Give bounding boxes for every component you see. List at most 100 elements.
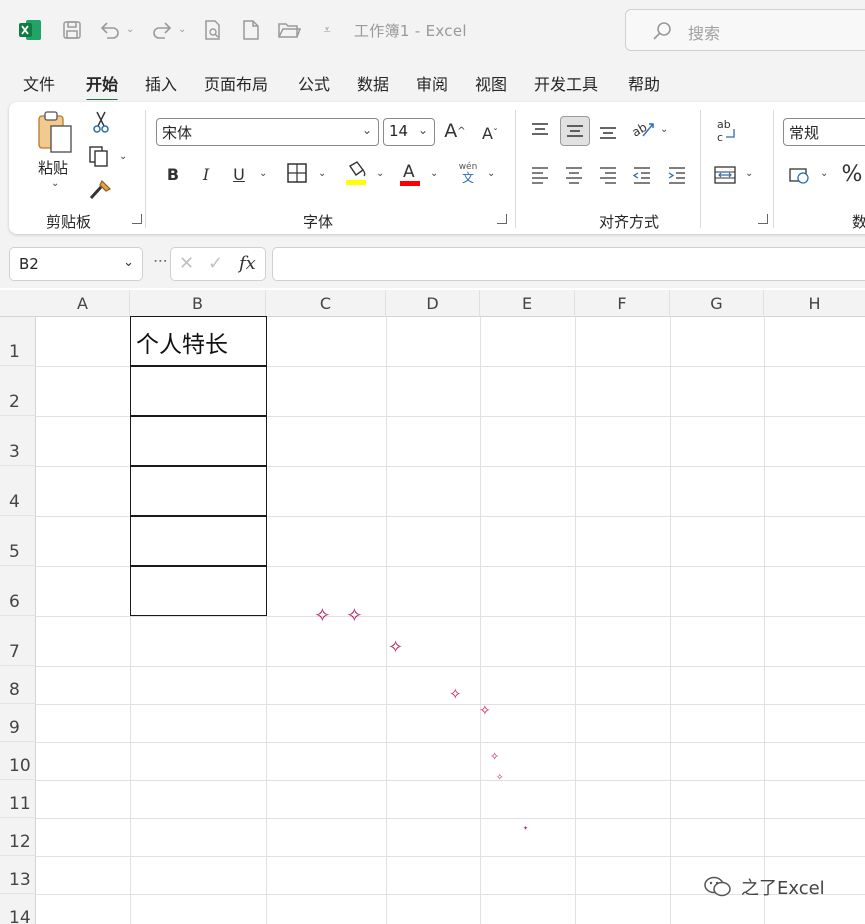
number-format-dropdown[interactable]: 常规: [783, 118, 865, 146]
column-header-a[interactable]: A: [36, 290, 130, 317]
wrap-text-icon[interactable]: ab c: [712, 116, 742, 146]
orientation-dropdown-icon[interactable]: ⌄: [660, 124, 668, 135]
paste-icon[interactable]: [35, 110, 75, 154]
row-header-2[interactable]: 2: [0, 366, 36, 416]
tab-home[interactable]: 开始: [86, 71, 119, 102]
formula-input[interactable]: [272, 247, 865, 281]
row-header-12[interactable]: 12: [0, 818, 36, 856]
accounting-dropdown-icon[interactable]: ⌄: [820, 168, 828, 179]
increase-indent-icon[interactable]: [665, 163, 689, 187]
decrease-font-size-icon[interactable]: Aˇ: [477, 120, 503, 146]
copy-dropdown-icon[interactable]: ⌄: [119, 151, 127, 162]
tab-insert[interactable]: 插入: [145, 71, 177, 95]
borders-icon[interactable]: [286, 162, 308, 184]
increase-font-size-icon[interactable]: A ^: [442, 118, 468, 144]
redo-dropdown-icon[interactable]: ⌄: [178, 24, 186, 35]
alignment-launcher-icon[interactable]: [758, 214, 768, 224]
row-header-7[interactable]: 7: [0, 616, 36, 666]
redo-icon[interactable]: [149, 17, 175, 43]
fill-color-dropdown-icon[interactable]: ⌄: [376, 168, 384, 179]
merge-dropdown-icon[interactable]: ⌄: [745, 168, 753, 179]
row-header-13[interactable]: 13: [0, 856, 36, 894]
row-header-14[interactable]: 14: [0, 894, 36, 924]
column-header-e[interactable]: E: [480, 290, 575, 317]
watermark-text: 之了Excel: [741, 878, 825, 899]
gridline: [36, 856, 865, 857]
open-folder-icon[interactable]: [276, 17, 302, 43]
name-box[interactable]: B2 ⌄: [9, 247, 143, 281]
cancel-icon[interactable]: ✕: [179, 253, 194, 274]
sparkle-icon: ✧: [346, 603, 363, 627]
clipboard-launcher-icon[interactable]: [132, 214, 142, 224]
tab-page-layout[interactable]: 页面布局: [204, 71, 268, 95]
cut-icon[interactable]: [89, 110, 113, 134]
copy-icon[interactable]: [87, 144, 111, 168]
undo-icon[interactable]: [97, 17, 123, 43]
borders-dropdown-icon[interactable]: ⌄: [318, 168, 326, 179]
search-input[interactable]: 搜索: [625, 9, 865, 51]
paste-button[interactable]: 粘贴: [38, 157, 68, 178]
italic-button[interactable]: I: [194, 162, 218, 186]
row-header-10[interactable]: 10: [0, 742, 36, 780]
tab-view[interactable]: 视图: [475, 71, 507, 95]
accounting-format-icon[interactable]: [787, 163, 813, 187]
phonetic-guide-icon[interactable]: wén 文: [455, 158, 481, 188]
row-header-6[interactable]: 6: [0, 566, 36, 616]
customize-qat-icon[interactable]: ⩡: [314, 17, 340, 43]
font-color-dropdown-icon[interactable]: ⌄: [430, 168, 438, 179]
underline-dropdown-icon[interactable]: ⌄: [259, 168, 267, 179]
column-header-g[interactable]: G: [670, 290, 764, 317]
column-header-c[interactable]: C: [266, 290, 386, 317]
align-bottom-icon[interactable]: [596, 120, 620, 144]
paste-dropdown-icon[interactable]: ⌄: [51, 178, 59, 189]
tab-review[interactable]: 审阅: [416, 71, 448, 95]
tab-formulas[interactable]: 公式: [298, 71, 330, 95]
row-header-8[interactable]: 8: [0, 666, 36, 704]
title-bar: ⌄ ⌄ ⩡ 工作簿1 - Excel 搜索: [0, 0, 865, 62]
font-size-value: 14: [389, 122, 409, 140]
row-header-1[interactable]: 1: [0, 317, 36, 366]
more-options-icon[interactable]: ⋮: [152, 254, 168, 267]
excel-logo-icon[interactable]: [18, 18, 42, 42]
column-header-h[interactable]: H: [764, 290, 865, 317]
format-painter-icon[interactable]: [87, 178, 113, 202]
row-header-3[interactable]: 3: [0, 416, 36, 466]
percent-style-button[interactable]: %: [839, 160, 865, 188]
row-header-5[interactable]: 5: [0, 516, 36, 566]
row-header-4[interactable]: 4: [0, 466, 36, 516]
row-header-11[interactable]: 11: [0, 780, 36, 818]
underline-button[interactable]: U: [227, 162, 251, 186]
bold-button[interactable]: B: [161, 162, 185, 186]
fill-color-icon[interactable]: [344, 160, 368, 186]
orientation-icon[interactable]: ab: [630, 116, 656, 142]
align-middle-icon[interactable]: [560, 116, 590, 146]
align-left-icon[interactable]: [528, 163, 552, 187]
merge-center-icon[interactable]: [712, 163, 738, 187]
enter-icon[interactable]: ✓: [208, 253, 223, 274]
tab-developer[interactable]: 开发工具: [534, 71, 598, 95]
insert-function-button[interactable]: fx: [239, 253, 256, 274]
row-header-9[interactable]: 9: [0, 704, 36, 742]
column-header-f[interactable]: F: [575, 290, 670, 317]
column-header-b[interactable]: B: [130, 290, 266, 317]
tab-help[interactable]: 帮助: [628, 71, 660, 95]
align-right-icon[interactable]: [596, 163, 620, 187]
ribbon-tabs: 文件 开始 插入 页面布局 公式 数据 审阅 视图 开发工具 帮助: [0, 62, 865, 102]
undo-dropdown-icon[interactable]: ⌄: [126, 24, 134, 35]
font-color-icon[interactable]: A: [398, 159, 422, 187]
font-launcher-icon[interactable]: [497, 214, 507, 224]
phonetic-dropdown-icon[interactable]: ⌄: [487, 168, 495, 179]
tab-file[interactable]: 文件: [23, 71, 55, 95]
new-file-icon[interactable]: [238, 17, 264, 43]
decrease-indent-icon[interactable]: [630, 163, 654, 187]
print-preview-icon[interactable]: [200, 17, 226, 43]
align-center-icon[interactable]: [562, 163, 586, 187]
tab-data[interactable]: 数据: [357, 71, 389, 95]
number-group-label: 数: [852, 213, 865, 231]
column-header-d[interactable]: D: [386, 290, 480, 317]
font-name-dropdown[interactable]: 宋体 ⌄: [156, 118, 379, 146]
align-top-icon[interactable]: [528, 118, 552, 142]
font-size-dropdown[interactable]: 14 ⌄: [383, 118, 435, 146]
save-icon[interactable]: [59, 17, 85, 43]
cell-b1[interactable]: 个人特长: [136, 325, 228, 359]
